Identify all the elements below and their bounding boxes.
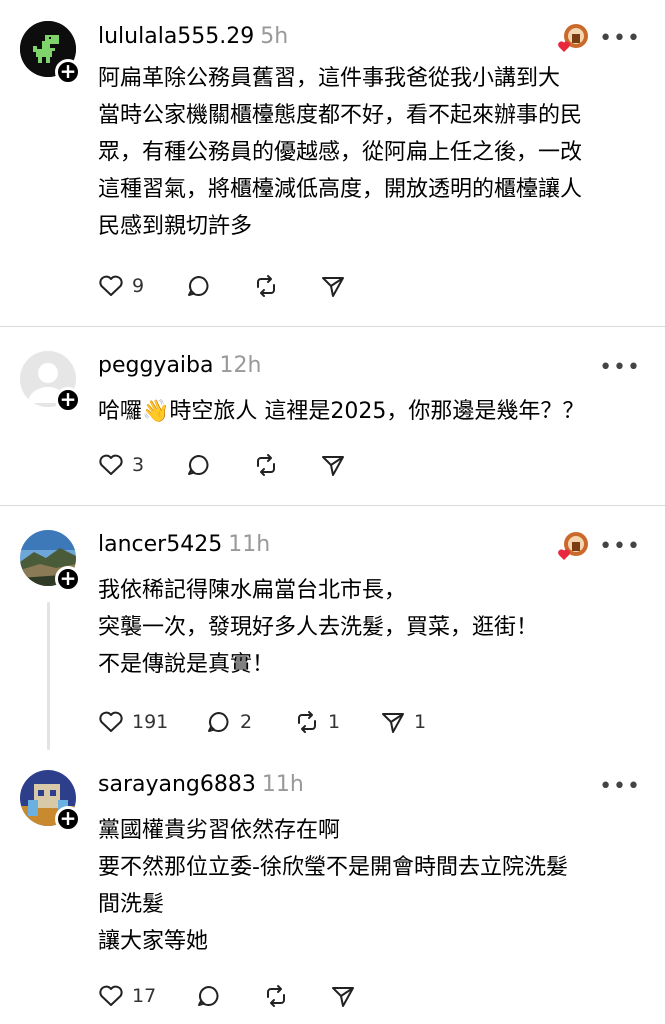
username[interactable]: lululala555.29: [98, 24, 254, 49]
comment-button[interactable]: [186, 453, 220, 477]
comment-button[interactable]: [196, 984, 230, 1008]
thread-line: [47, 602, 50, 750]
more-options-button[interactable]: •••: [599, 774, 641, 799]
repost-button[interactable]: [253, 274, 287, 298]
avatar-heart-reaction-icon: [558, 532, 588, 560]
follow-plus-icon[interactable]: +: [55, 59, 81, 85]
more-options-button[interactable]: •••: [599, 534, 641, 559]
like-button[interactable]: 3: [98, 453, 144, 477]
comment-icon: [188, 454, 209, 475]
repost-icon: [267, 985, 285, 1007]
share-icon: [332, 987, 354, 1007]
post-header: sarayang6883 11h: [98, 772, 304, 797]
username[interactable]: sarayang6883: [98, 772, 256, 797]
timestamp: 12h: [219, 353, 262, 378]
repost-icon: [298, 711, 316, 733]
post-header: lancer5425 11h: [98, 532, 270, 557]
share-icon: [382, 713, 404, 733]
repost-icon: [257, 275, 275, 297]
heart-icon: [99, 985, 123, 1006]
repost-button[interactable]: [253, 453, 287, 477]
comment-post: + peggyaiba 12h ••• 哈囉👋時空旅人 這裡是2025，你那邊是幾…: [0, 327, 665, 505]
like-count: 17: [132, 985, 157, 1007]
heart-icon: [99, 454, 123, 475]
timestamp: 11h: [261, 772, 304, 797]
timestamp: 5h: [260, 24, 289, 49]
comment-icon: [188, 275, 209, 296]
comment-icon: [208, 711, 229, 732]
share-button[interactable]: [320, 274, 354, 298]
post-header: peggyaiba 12h: [98, 353, 261, 378]
heart-icon: [99, 275, 123, 296]
author-liked-reaction: [557, 22, 589, 54]
repost-button[interactable]: [263, 984, 297, 1008]
like-button[interactable]: 17: [98, 984, 156, 1008]
avatar-heart-reaction-icon: [558, 24, 588, 52]
more-options-button[interactable]: •••: [599, 355, 641, 380]
like-count: 9: [132, 275, 145, 297]
comment-icon: [198, 985, 219, 1006]
comment-post: + lululala555.29 5h ••• 阿扁革除公務員舊習，這件事我爸從我…: [0, 0, 665, 326]
more-options-button[interactable]: •••: [599, 26, 641, 51]
username[interactable]: peggyaiba: [98, 353, 214, 378]
share-icon: [322, 277, 344, 297]
author-liked-reaction: [557, 530, 589, 562]
username[interactable]: lancer5425: [98, 532, 222, 557]
share-button[interactable]: [320, 453, 354, 477]
follow-plus-icon[interactable]: +: [55, 806, 81, 832]
share-count: 1: [414, 711, 427, 733]
comment-text: 哈囉👋時空旅人 這裡是2025，你那邊是幾年？？: [98, 399, 585, 424]
like-button[interactable]: 191: [98, 710, 168, 734]
like-count: 3: [132, 454, 145, 476]
share-button[interactable]: 1: [380, 710, 426, 734]
like-button[interactable]: 9: [98, 274, 144, 298]
comment-text: 黨國權貴劣習依然存在啊 要不然那位立委-徐欣瑩不是開會時間去立院洗髮 間洗髮 讓…: [98, 818, 568, 954]
like-count: 191: [132, 711, 169, 733]
repost-icon: [257, 454, 275, 476]
comment-button[interactable]: [186, 274, 220, 298]
share-icon: [322, 456, 344, 476]
comment-text: 阿扁革除公務員舊習，這件事我爸從我小講到大 當時公家機關櫃檯態度都不好，看不起來…: [98, 66, 583, 239]
post-header: lululala555.29 5h: [98, 24, 288, 49]
comment-text: 我依稀記得陳水扁當台北市長， 突襲一次，發現好多人去洗髮，買菜，逛街！ 不是傳說…: [98, 578, 539, 677]
follow-plus-icon[interactable]: +: [55, 387, 81, 413]
comment-post: + lancer5425 11h ••• 我依稀記得陳水扁當台北市長， 突襲一次，…: [0, 506, 665, 756]
comment-post: + sarayang6883 11h ••• 黨國權貴劣習依然存在啊 要不然那位立…: [0, 746, 665, 1024]
repost-count: 1: [328, 711, 341, 733]
heart-icon: [99, 711, 123, 732]
timestamp: 11h: [228, 532, 271, 557]
comment-button[interactable]: 2: [206, 710, 252, 734]
share-button[interactable]: [330, 984, 364, 1008]
comment-count: 2: [240, 711, 253, 733]
repost-button[interactable]: 1: [294, 710, 340, 734]
follow-plus-icon[interactable]: +: [55, 566, 81, 592]
